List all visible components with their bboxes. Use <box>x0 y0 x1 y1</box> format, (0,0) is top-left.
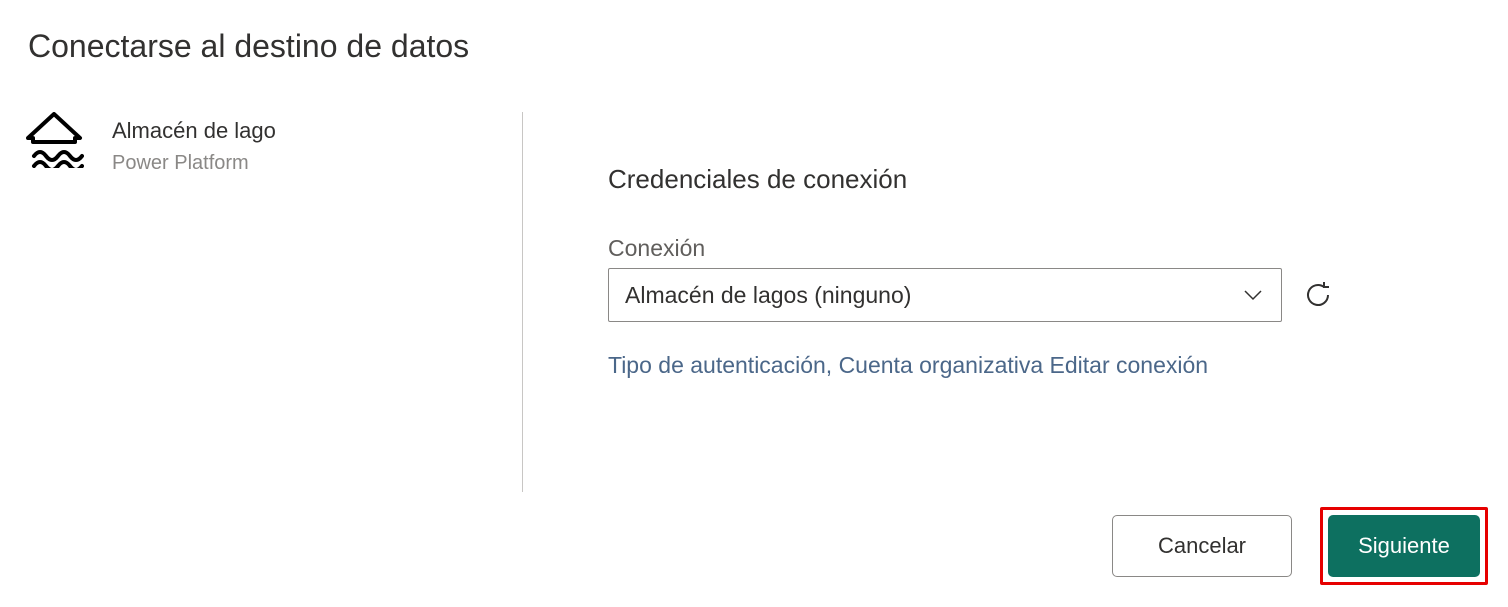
cancel-button[interactable]: Cancelar <box>1112 515 1292 577</box>
refresh-button[interactable] <box>1300 277 1336 313</box>
left-panel: Almacén de lago Power Platform <box>20 112 520 379</box>
next-button-highlight: Siguiente <box>1320 507 1488 585</box>
destination-name: Almacén de lago <box>112 118 276 144</box>
credentials-section-title: Credenciales de conexión <box>608 164 1488 195</box>
next-button[interactable]: Siguiente <box>1328 515 1480 577</box>
page-title: Conectarse al destino de datos <box>0 0 1508 65</box>
connection-label: Conexión <box>608 235 1488 262</box>
content-wrapper: Almacén de lago Power Platform Credencia… <box>20 112 1488 379</box>
refresh-icon <box>1302 279 1334 311</box>
auth-type-text[interactable]: Tipo de autenticación, Cuenta organizati… <box>608 352 1488 379</box>
connection-value: Almacén de lagos (ninguno) <box>625 282 911 309</box>
chevron-down-icon <box>1241 283 1265 307</box>
destination-platform: Power Platform <box>112 152 276 175</box>
connection-dropdown[interactable]: Almacén de lagos (ninguno) <box>608 268 1282 322</box>
destination-info: Almacén de lago Power Platform <box>112 112 276 175</box>
footer: Cancelar Siguiente <box>1112 507 1488 585</box>
dropdown-row: Almacén de lagos (ninguno) <box>608 268 1488 322</box>
lakehouse-icon <box>24 112 84 168</box>
vertical-divider <box>522 112 523 492</box>
right-panel: Credenciales de conexión Conexión Almacé… <box>608 112 1488 379</box>
